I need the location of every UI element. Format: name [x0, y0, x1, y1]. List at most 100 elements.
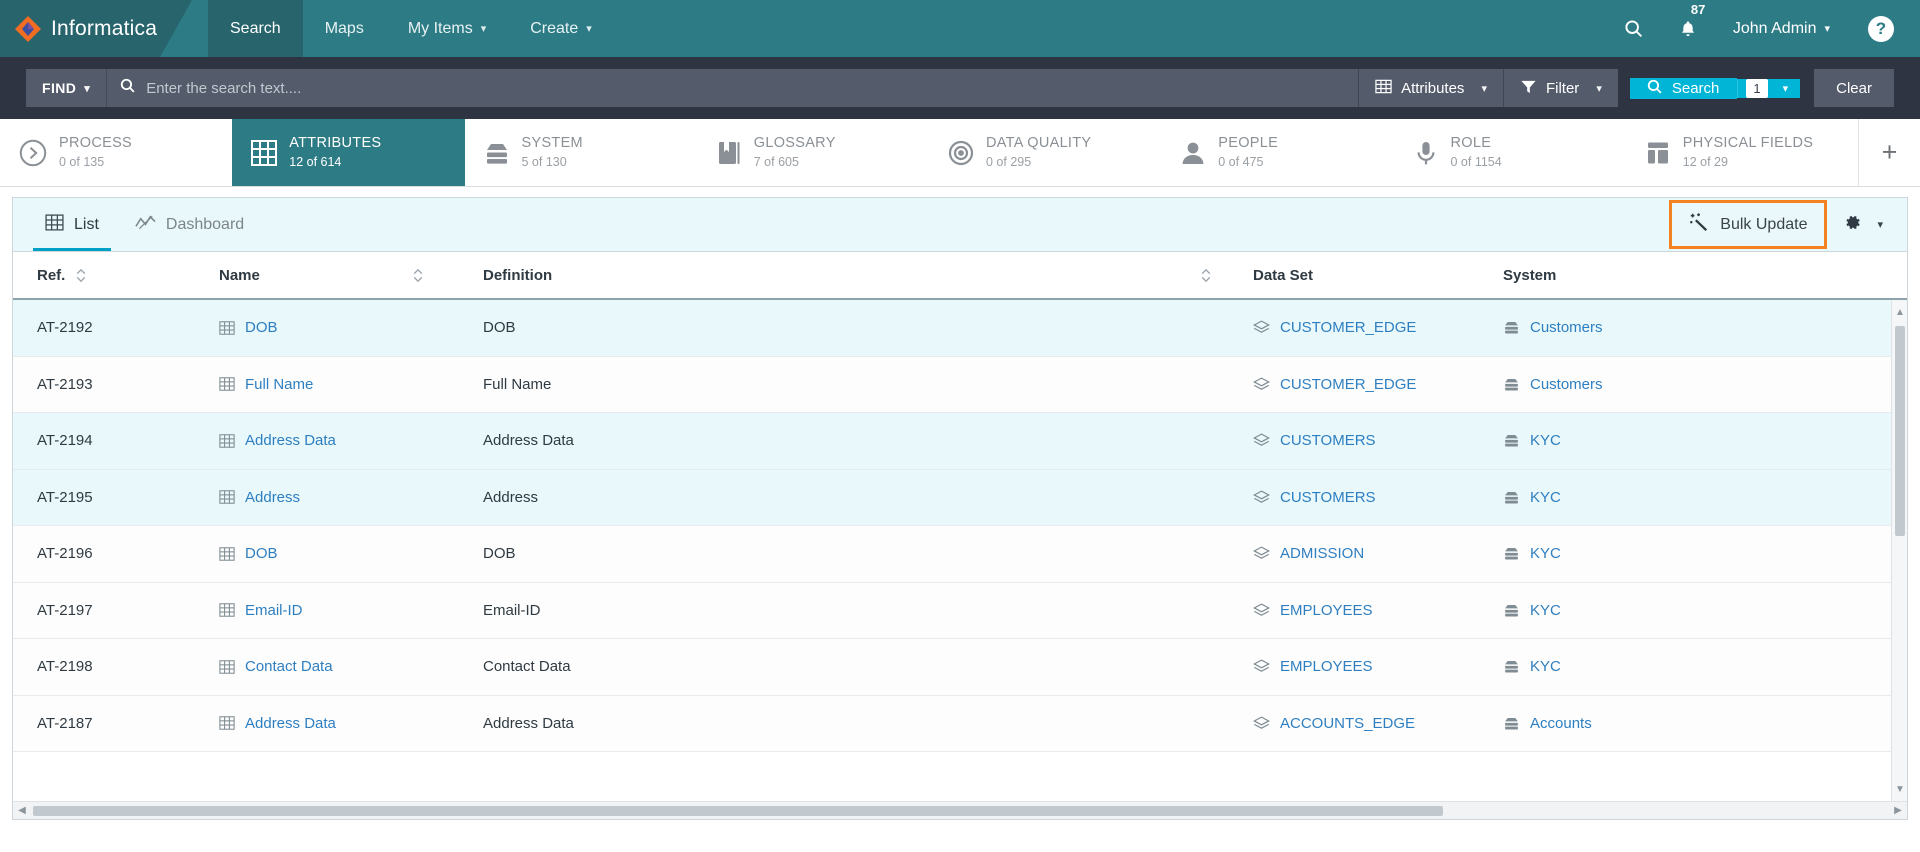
settings-dropdown-button[interactable]: ▾ [1827, 213, 1895, 237]
facet-tab-people[interactable]: PEOPLE 0 of 475 [1161, 119, 1393, 186]
cell-name[interactable]: Full Name [219, 376, 483, 393]
data-set-link[interactable]: EMPLOYEES [1280, 602, 1373, 619]
tab-dashboard[interactable]: Dashboard [117, 199, 262, 251]
attribute-name-link[interactable]: Address Data [245, 715, 336, 732]
sort-icon[interactable] [75, 267, 87, 284]
cell-name[interactable]: DOB [219, 545, 483, 562]
table-row[interactable]: AT-2187 Address Data Address Data ACCOUNTS_… [13, 695, 1907, 752]
cell-name[interactable]: DOB [219, 319, 483, 336]
data-set-link[interactable]: ADMISSION [1280, 545, 1364, 562]
cell-data-set[interactable]: CUSTOMER_EDGE [1253, 319, 1503, 336]
column-header-ref[interactable]: Ref. [37, 267, 219, 284]
attribute-name-link[interactable]: Address [245, 489, 300, 506]
scroll-right-arrow-icon[interactable]: ▶ [1889, 805, 1907, 816]
search-input[interactable] [146, 79, 1347, 97]
scroll-up-arrow-icon[interactable]: ▲ [1892, 302, 1907, 322]
facet-tab-physical-fields[interactable]: PHYSICAL FIELDS 12 of 29 [1626, 119, 1858, 186]
attribute-name-link[interactable]: DOB [245, 545, 278, 562]
attribute-name-link[interactable]: Full Name [245, 376, 313, 393]
cell-system[interactable]: Customers [1503, 376, 1703, 393]
nav-item-my-items[interactable]: My Items ▾ [386, 0, 508, 57]
scroll-left-arrow-icon[interactable]: ◀ [13, 805, 31, 816]
data-set-link[interactable]: CUSTOMERS [1280, 432, 1376, 449]
system-link[interactable]: KYC [1530, 489, 1561, 506]
cell-data-set[interactable]: EMPLOYEES [1253, 602, 1503, 619]
facet-tab-process[interactable]: PROCESS 0 of 135 [0, 119, 232, 186]
cell-name[interactable]: Email-ID [219, 602, 483, 619]
system-link[interactable]: KYC [1530, 545, 1561, 562]
table-row[interactable]: AT-2196 DOB DOB ADMISSION KYC [13, 526, 1907, 583]
cell-name[interactable]: Address Data [219, 715, 483, 732]
facet-tab-glossary[interactable]: GLOSSARY 7 of 605 [697, 119, 929, 186]
cell-system[interactable]: Accounts [1503, 715, 1703, 732]
column-header-data-set[interactable]: Data Set [1253, 267, 1503, 284]
cell-data-set[interactable]: CUSTOMER_EDGE [1253, 376, 1503, 393]
notifications-bell-icon[interactable]: 87 [1661, 0, 1715, 57]
bulk-update-button[interactable]: Bulk Update [1669, 200, 1828, 249]
tab-list[interactable]: List [27, 199, 117, 251]
column-header-definition[interactable]: Definition [483, 267, 1253, 284]
cell-name[interactable]: Address [219, 489, 483, 506]
brand-logo[interactable]: Informatica [0, 0, 160, 57]
table-row[interactable]: AT-2198 Contact Data Contact Data EMPLOYEES… [13, 639, 1907, 696]
cell-system[interactable]: KYC [1503, 432, 1703, 449]
vertical-scroll-thumb[interactable] [1895, 326, 1905, 536]
sort-icon[interactable] [412, 267, 424, 284]
data-set-link[interactable]: EMPLOYEES [1280, 658, 1373, 675]
system-link[interactable]: KYC [1530, 602, 1561, 619]
attributes-dropdown-button[interactable]: Attributes ▾ [1359, 69, 1503, 107]
cell-system[interactable]: KYC [1503, 658, 1703, 675]
cell-system[interactable]: KYC [1503, 602, 1703, 619]
table-row[interactable]: AT-2193 Full Name Full Name CUSTOMER_EDGE Cu… [13, 356, 1907, 413]
search-field-wrapper[interactable] [107, 69, 1359, 107]
cell-data-set[interactable]: EMPLOYEES [1253, 658, 1503, 675]
user-menu[interactable]: John Admin ▾ [1715, 20, 1846, 38]
cell-system[interactable]: KYC [1503, 489, 1703, 506]
table-row[interactable]: AT-2192 DOB DOB CUSTOMER_EDGE Customers [13, 300, 1907, 357]
table-row[interactable]: AT-2197 Email-ID Email-ID EMPLOYEES KYC [13, 582, 1907, 639]
facet-tab-system[interactable]: SYSTEM 5 of 130 [465, 119, 697, 186]
cell-data-set[interactable]: CUSTOMERS [1253, 489, 1503, 506]
data-set-link[interactable]: CUSTOMERS [1280, 489, 1376, 506]
search-button[interactable]: Search [1629, 77, 1738, 99]
horizontal-scrollbar[interactable]: ◀ ▶ [13, 801, 1907, 819]
scroll-down-arrow-icon[interactable]: ▼ [1892, 779, 1907, 799]
attribute-name-link[interactable]: DOB [245, 319, 278, 336]
cell-data-set[interactable]: ACCOUNTS_EDGE [1253, 715, 1503, 732]
nav-item-create[interactable]: Create ▾ [508, 0, 614, 57]
attribute-name-link[interactable]: Contact Data [245, 658, 333, 675]
data-set-link[interactable]: CUSTOMER_EDGE [1280, 319, 1416, 336]
data-set-link[interactable]: ACCOUNTS_EDGE [1280, 715, 1415, 732]
facet-tab-role[interactable]: ROLE 0 of 1154 [1394, 119, 1626, 186]
column-header-name[interactable]: Name [219, 267, 483, 284]
cell-name[interactable]: Address Data [219, 432, 483, 449]
cell-data-set[interactable]: ADMISSION [1253, 545, 1503, 562]
cell-data-set[interactable]: CUSTOMERS [1253, 432, 1503, 449]
horizontal-scroll-thumb[interactable] [33, 805, 1443, 816]
table-row[interactable]: AT-2195 Address Address CUSTOMERS KYC [13, 469, 1907, 526]
cell-system[interactable]: Customers [1503, 319, 1703, 336]
help-icon[interactable]: ? [1868, 15, 1894, 42]
find-dropdown-button[interactable]: FIND ▾ [26, 69, 108, 107]
filter-dropdown-button[interactable]: Filter ▾ [1503, 69, 1618, 107]
system-link[interactable]: KYC [1530, 432, 1561, 449]
search-count-dropdown[interactable]: 1 ▾ [1737, 78, 1801, 98]
system-link[interactable]: Customers [1530, 319, 1603, 336]
nav-item-maps[interactable]: Maps [303, 0, 386, 57]
clear-button[interactable]: Clear [1814, 69, 1894, 107]
system-link[interactable]: Accounts [1530, 715, 1592, 732]
cell-name[interactable]: Contact Data [219, 658, 483, 675]
vertical-scrollbar[interactable]: ▲ ▼ [1891, 300, 1907, 801]
nav-item-search[interactable]: Search [208, 0, 303, 57]
attribute-name-link[interactable]: Email-ID [245, 602, 303, 619]
data-set-link[interactable]: CUSTOMER_EDGE [1280, 376, 1416, 393]
attribute-name-link[interactable]: Address Data [245, 432, 336, 449]
facet-tab-data-quality[interactable]: DATA QUALITY 0 of 295 [929, 119, 1161, 186]
table-row[interactable]: AT-2194 Address Data Address Data CUSTOMERS… [13, 413, 1907, 470]
cell-system[interactable]: KYC [1503, 545, 1703, 562]
facet-tab-attributes[interactable]: ATTRIBUTES 12 of 614 [232, 119, 465, 186]
search-icon[interactable] [1607, 0, 1661, 57]
add-facet-button[interactable]: + [1858, 119, 1920, 186]
sort-icon[interactable] [1200, 267, 1212, 284]
column-header-system[interactable]: System [1503, 267, 1703, 284]
